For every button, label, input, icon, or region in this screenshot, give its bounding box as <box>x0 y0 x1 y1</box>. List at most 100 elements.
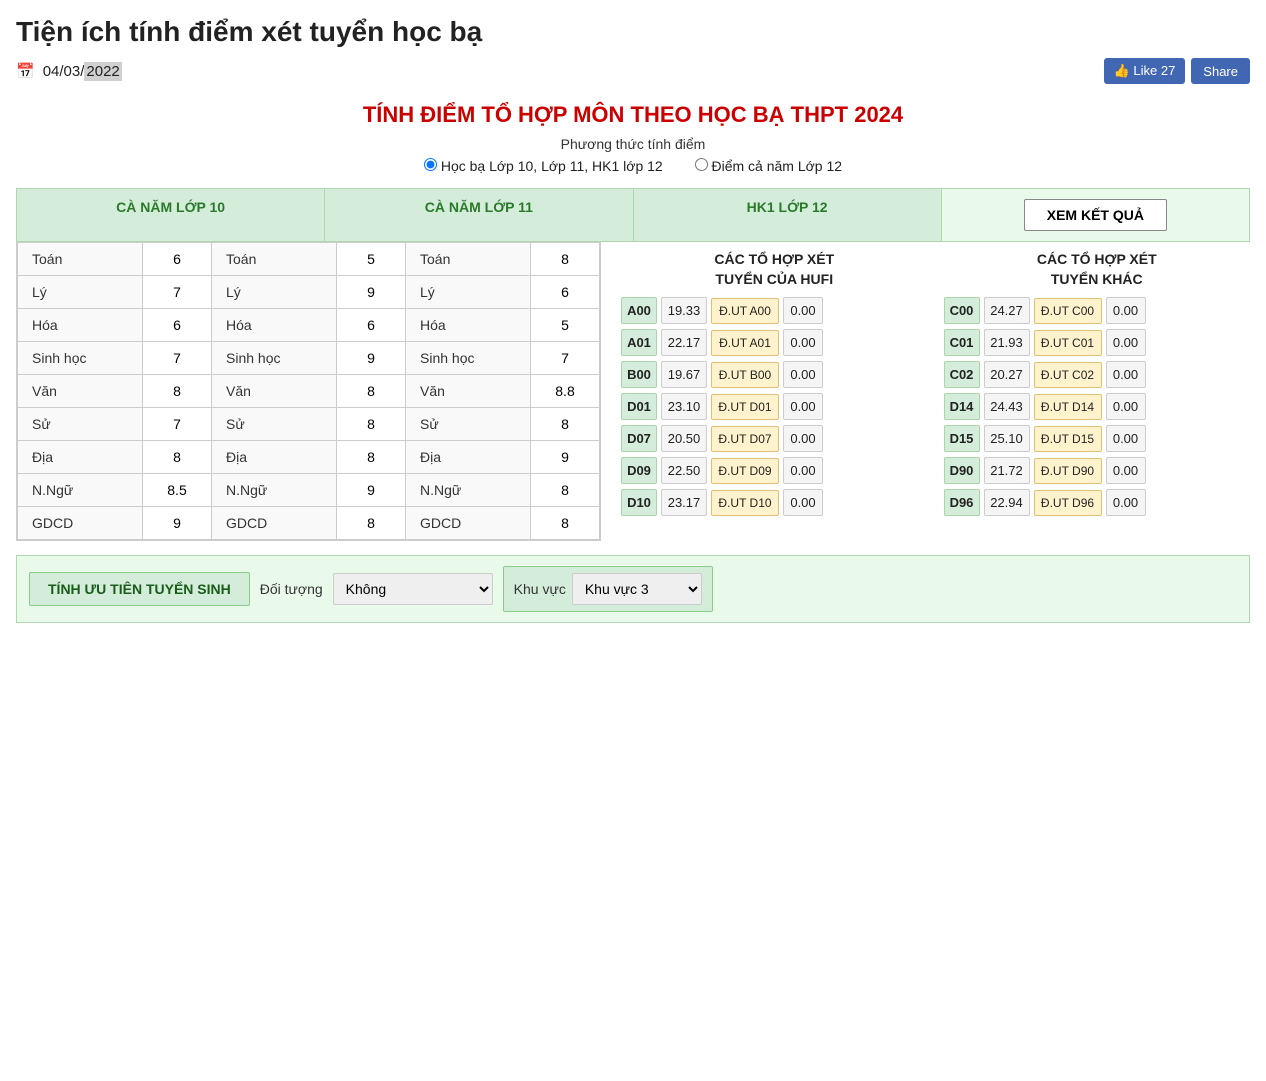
subject-grade-l11[interactable] <box>337 408 406 441</box>
subject-grade-l10[interactable] <box>143 474 212 507</box>
subject-grade-l10[interactable] <box>143 276 212 309</box>
combo-code: A00 <box>621 297 657 324</box>
combo-dut-val: 0.00 <box>1106 489 1146 516</box>
combo-score: 21.72 <box>984 457 1030 484</box>
subject-name-l11: Lý <box>212 276 337 309</box>
other-col: CÁC TỔ HỢP XÉT TUYỂN KHÁC C00 24.27 Đ.UT… <box>944 250 1251 521</box>
tab-ca-nam-lop11[interactable]: CÀ NĂM LỚP 11 <box>325 189 633 241</box>
combo-code: D09 <box>621 457 657 484</box>
xem-ket-qua-button[interactable]: XEM KẾT QUẢ <box>1024 199 1167 231</box>
table-row: N.Ngữ N.Ngữ N.Ngữ <box>18 474 600 507</box>
subject-grade-hk1[interactable] <box>531 309 600 342</box>
subject-name-hk1: N.Ngữ <box>406 474 531 507</box>
subject-name-l11: Văn <box>212 375 337 408</box>
date-row: 📅 04/03/2022 👍 Like 27 Share <box>16 58 1250 84</box>
subject-grade-l11[interactable] <box>337 276 406 309</box>
subject-grade-l11[interactable] <box>337 507 406 540</box>
combo-score: 25.10 <box>984 425 1030 452</box>
subject-grade-l10[interactable] <box>143 375 212 408</box>
combo-code: D07 <box>621 425 657 452</box>
combo-score: 24.27 <box>984 297 1030 324</box>
other-result-row: D15 25.10 Đ.UT D15 0.00 <box>944 425 1251 452</box>
subject-grade-hk1[interactable] <box>531 474 600 507</box>
hufi-result-row: B00 19.67 Đ.UT B00 0.00 <box>621 361 928 388</box>
hufi-col: CÁC TỔ HỢP XÉT TUYỂN CỦA HUFI A00 19.33 … <box>621 250 928 521</box>
subject-name-l10: Địa <box>18 441 143 474</box>
subject-grade-hk1[interactable] <box>531 243 600 276</box>
khu-vuc-select[interactable]: Khu vực 1Khu vực 2Khu vực 2NTKhu vực 3 <box>572 573 702 605</box>
combo-score: 20.27 <box>984 361 1030 388</box>
table-row: Hóa Hóa Hóa <box>18 309 600 342</box>
subject-grade-l11[interactable] <box>337 441 406 474</box>
subject-grade-l11[interactable] <box>337 309 406 342</box>
combo-score: 22.94 <box>984 489 1030 516</box>
other-combos: C00 24.27 Đ.UT C00 0.00 C01 21.93 Đ.UT C… <box>944 297 1251 516</box>
combo-dut-label: Đ.UT A00 <box>711 298 779 324</box>
hufi-result-row: A01 22.17 Đ.UT A01 0.00 <box>621 329 928 356</box>
subject-grade-hk1[interactable] <box>531 507 600 540</box>
subject-grade-l10[interactable] <box>143 441 212 474</box>
subject-grade-l10[interactable] <box>143 507 212 540</box>
combo-dut-val: 0.00 <box>783 361 823 388</box>
combo-dut-val: 0.00 <box>1106 457 1146 484</box>
table-row: Toán Toán Toán <box>18 243 600 276</box>
combo-score: 21.93 <box>984 329 1030 356</box>
like-button[interactable]: 👍 Like 27 <box>1104 58 1186 84</box>
subject-grade-l11[interactable] <box>337 375 406 408</box>
combo-dut-label: Đ.UT D14 <box>1034 394 1102 420</box>
combo-code: D90 <box>944 457 980 484</box>
subject-name-l11: Sinh học <box>212 342 337 375</box>
combo-code: C02 <box>944 361 980 388</box>
combo-code: D10 <box>621 489 657 516</box>
subject-name-l10: Toán <box>18 243 143 276</box>
date-display: 📅 04/03/2022 <box>16 62 122 80</box>
share-button[interactable]: Share <box>1191 58 1250 84</box>
subject-grade-l11[interactable] <box>337 342 406 375</box>
combo-score: 19.33 <box>661 297 707 324</box>
subject-grade-l11[interactable] <box>337 243 406 276</box>
doi-tuong-select[interactable]: KhôngĐối tượng 1Đối tượng 2Đối tượng 3 <box>333 573 493 605</box>
combo-code: D96 <box>944 489 980 516</box>
combo-dut-label: Đ.UT D07 <box>711 426 779 452</box>
combo-dut-label: Đ.UT D90 <box>1034 458 1102 484</box>
subject-name-l10: Hóa <box>18 309 143 342</box>
combo-dut-label: Đ.UT C02 <box>1034 362 1102 388</box>
subject-name-l10: Sinh học <box>18 342 143 375</box>
combo-dut-val: 0.00 <box>1106 393 1146 420</box>
radio-ca-nam-lop12[interactable]: Điểm cả năm Lớp 12 <box>695 158 842 174</box>
subject-grade-hk1[interactable] <box>531 441 600 474</box>
tinh-uu-tien-button[interactable]: TÍNH ƯU TIÊN TUYỂN SINH <box>29 572 250 606</box>
subject-grade-l10[interactable] <box>143 309 212 342</box>
subject-name-hk1: Văn <box>406 375 531 408</box>
hufi-title: CÁC TỔ HỢP XÉT TUYỂN CỦA HUFI <box>621 250 928 289</box>
subject-grade-hk1[interactable] <box>531 276 600 309</box>
combo-dut-val: 0.00 <box>1106 329 1146 356</box>
subject-grade-hk1[interactable] <box>531 375 600 408</box>
subject-name-hk1: Hóa <box>406 309 531 342</box>
combo-dut-label: Đ.UT D10 <box>711 490 779 516</box>
subject-grade-l11[interactable] <box>337 474 406 507</box>
subject-grade-l10[interactable] <box>143 243 212 276</box>
combo-dut-val: 0.00 <box>783 489 823 516</box>
subject-grade-l10[interactable] <box>143 408 212 441</box>
tab-hk1-lop12[interactable]: HK1 LỚP 12 <box>634 189 942 241</box>
subject-name-hk1: Địa <box>406 441 531 474</box>
subject-grade-l10[interactable] <box>143 342 212 375</box>
combo-dut-label: Đ.UT C01 <box>1034 330 1102 356</box>
tab-header: CÀ NĂM LỚP 10 CÀ NĂM LỚP 11 HK1 LỚP 12 X… <box>16 188 1250 242</box>
subject-grade-hk1[interactable] <box>531 408 600 441</box>
tab-ca-nam-lop10[interactable]: CÀ NĂM LỚP 10 <box>17 189 325 241</box>
table-row: Lý Lý Lý <box>18 276 600 309</box>
combo-code: B00 <box>621 361 657 388</box>
radio-lop10-11-hk1[interactable]: Học bạ Lớp 10, Lớp 11, HK1 lớp 12 <box>424 158 667 174</box>
calendar-icon: 📅 <box>16 62 35 80</box>
combo-score: 22.50 <box>661 457 707 484</box>
hufi-result-row: D07 20.50 Đ.UT D07 0.00 <box>621 425 928 452</box>
subject-grade-hk1[interactable] <box>531 342 600 375</box>
grade-table: Toán Toán Toán Lý Lý Lý Hóa Hóa Hóa Sinh… <box>17 242 600 540</box>
subject-name-l10: N.Ngữ <box>18 474 143 507</box>
combo-dut-label: Đ.UT D96 <box>1034 490 1102 516</box>
combo-score: 23.10 <box>661 393 707 420</box>
subject-name-hk1: Sử <box>406 408 531 441</box>
combo-score: 24.43 <box>984 393 1030 420</box>
